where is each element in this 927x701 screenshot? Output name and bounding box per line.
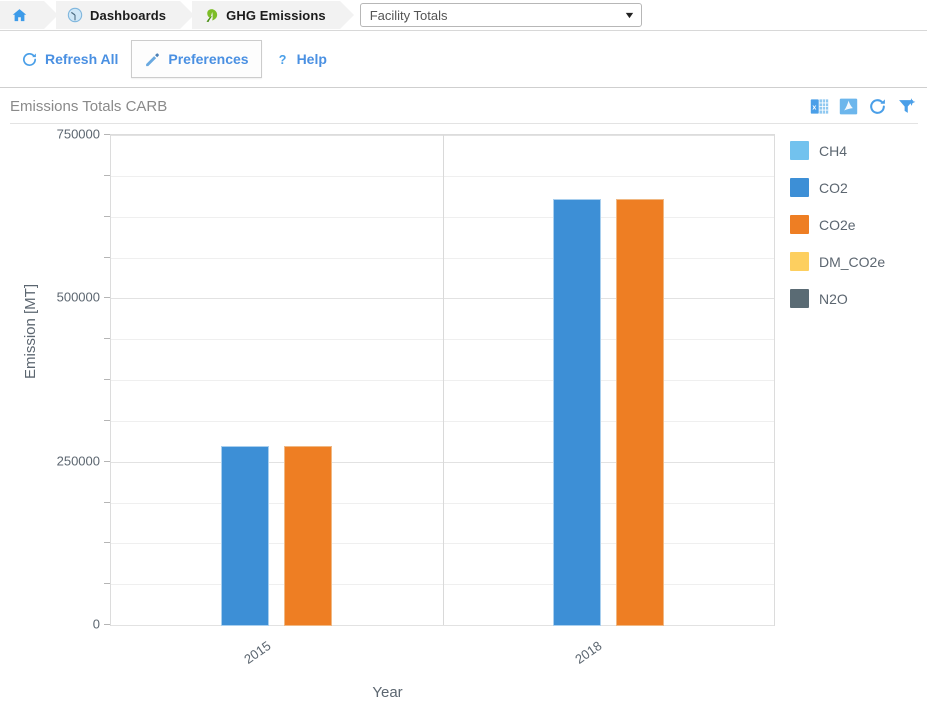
legend-item-co2[interactable]: CO2	[790, 169, 885, 206]
x-tick-label: 2015	[240, 638, 274, 667]
legend-label: DM_CO2e	[819, 253, 886, 270]
legend-item-ch4[interactable]: CH4	[790, 132, 885, 169]
preferences-button[interactable]: Preferences	[131, 40, 262, 78]
legend-label: CH4	[819, 142, 848, 159]
legend-swatch	[790, 141, 809, 160]
svg-text:x: x	[812, 104, 816, 112]
legend-swatch	[790, 289, 809, 308]
legend-item-n2o[interactable]: N2O	[790, 280, 885, 317]
chart-legend: CH4 CO2 CO2e DM_CO2e N2O	[790, 132, 885, 317]
y-tick-label: 750000	[56, 126, 100, 142]
bar-co2e-2015[interactable]	[284, 445, 333, 627]
breadcrumb-item-ghg-emissions[interactable]: GHG Emissions	[192, 1, 354, 29]
refresh-all-button[interactable]: Refresh All	[8, 41, 131, 77]
help-button[interactable]: ? Help	[262, 41, 340, 77]
bar-co2e-2018[interactable]	[615, 199, 664, 626]
breadcrumb-home[interactable]	[0, 1, 58, 29]
y-tick-label: 500000	[56, 289, 100, 305]
breadcrumb-item-dashboards[interactable]: Dashboards	[56, 1, 195, 29]
legend-item-co2e[interactable]: CO2e	[790, 206, 885, 243]
bar-co2-2018[interactable]	[552, 199, 601, 626]
page-title: Emissions Totals CARB	[10, 97, 168, 115]
gridline-major	[111, 625, 774, 626]
refresh-all-label: Refresh All	[45, 51, 119, 67]
preferences-label: Preferences	[168, 51, 249, 67]
legend-label: N2O	[819, 290, 848, 307]
help-label: Help	[296, 51, 327, 67]
green-leaf-icon	[202, 6, 220, 24]
y-axis-title: Emission [MT]	[22, 283, 39, 379]
svg-text:?: ?	[278, 52, 286, 66]
legend-swatch	[790, 252, 809, 271]
action-toolbar: Refresh All Preferences ? Help	[0, 31, 927, 88]
facility-totals-dropdown[interactable]: Facility Totals ▼	[359, 3, 642, 27]
category-divider	[443, 135, 444, 625]
dashboard-gauge-icon	[66, 6, 84, 24]
home-icon	[10, 6, 28, 24]
breadcrumb-bar: Dashboards GHG Emissions Facility Totals…	[0, 0, 927, 31]
pencil-icon	[144, 51, 161, 68]
legend-swatch	[790, 178, 809, 197]
y-tick-label: 0	[92, 616, 100, 632]
emissions-chart: 0 250000 500000 750000 Emission [MT] 2015 20…	[0, 124, 927, 701]
bar-co2-2015[interactable]	[221, 445, 270, 627]
legend-item-dm_co2e[interactable]: DM_CO2e	[790, 243, 885, 280]
breadcrumb-label-dashboards: Dashboards	[90, 7, 167, 23]
filter-settings-icon[interactable]	[897, 97, 917, 116]
export-excel-icon[interactable]: x	[810, 97, 829, 116]
refresh-icon[interactable]	[868, 97, 887, 116]
panel-header: Emissions Totals CARB x	[0, 88, 927, 124]
panel-toolbar: x	[810, 97, 917, 116]
legend-label: CO2	[819, 179, 848, 196]
question-mark-icon: ?	[275, 51, 290, 68]
x-tick-label: 2018	[572, 638, 605, 667]
chevron-down-icon: ▼	[622, 10, 636, 20]
facility-totals-value: Facility Totals	[369, 7, 448, 23]
export-pdf-icon[interactable]	[839, 97, 858, 116]
legend-label: CO2e	[819, 216, 856, 233]
breadcrumb-label-ghg-emissions: GHG Emissions	[226, 7, 326, 23]
refresh-icon	[21, 51, 38, 68]
x-axis-title: Year	[372, 684, 403, 701]
plot-area	[110, 134, 775, 627]
legend-swatch	[790, 215, 809, 234]
y-tick-label: 250000	[56, 453, 100, 469]
